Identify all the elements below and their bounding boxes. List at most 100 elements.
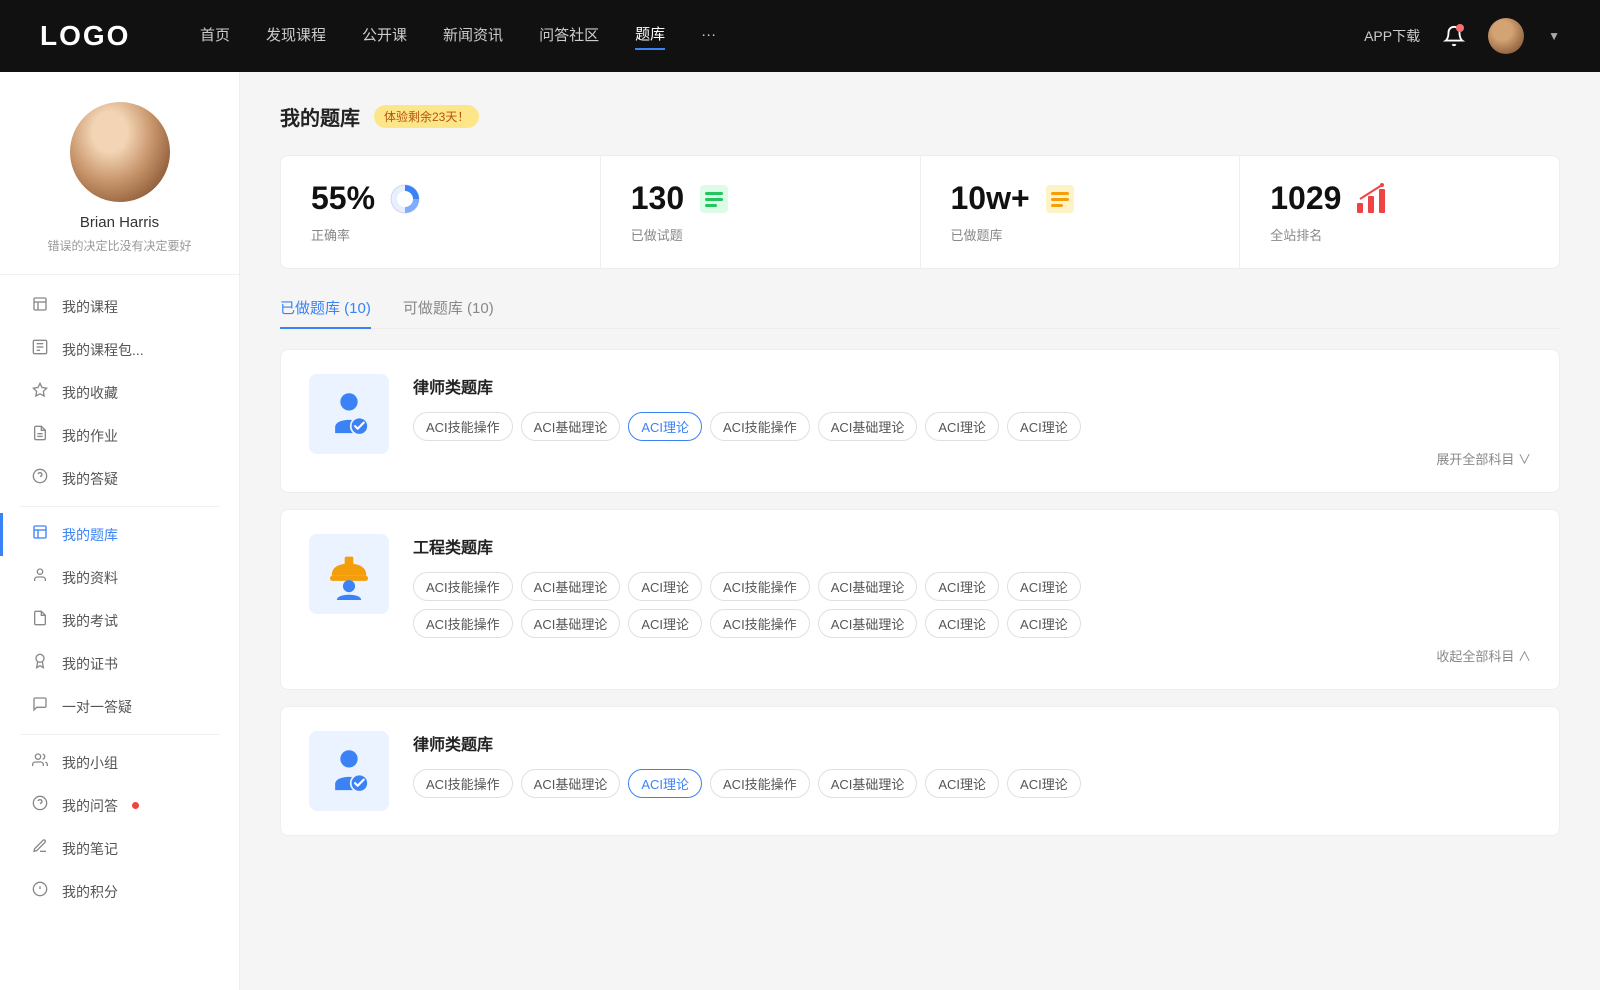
qbank-card-lawyer-1: 律师类题库 ACI技能操作 ACI基础理论 ACI理论 ACI技能操作 ACI基…	[280, 349, 1560, 493]
sidebar-item-myqa[interactable]: 我的问答	[0, 784, 239, 827]
sidebar-label-qa: 我的答疑	[62, 469, 118, 489]
top-navigation: LOGO 首页 发现课程 公开课 新闻资讯 问答社区 题库 ··· APP下载 …	[0, 0, 1600, 72]
tag-eng-r2-0[interactable]: ACI技能操作	[413, 609, 513, 638]
nav-link-qbank[interactable]: 题库	[635, 23, 665, 50]
tag-lawyer-1-0[interactable]: ACI技能操作	[413, 412, 513, 441]
app-download-link[interactable]: APP下载	[1364, 26, 1420, 46]
nav-link-discover[interactable]: 发现课程	[266, 24, 326, 49]
tag-lawyer-2-5[interactable]: ACI理论	[925, 769, 999, 798]
sidebar-item-favorites[interactable]: 我的收藏	[0, 371, 239, 414]
sidebar-label-1on1qa: 一对一答疑	[62, 697, 132, 717]
tag-lawyer-2-4[interactable]: ACI基础理论	[818, 769, 918, 798]
sidebar-item-points[interactable]: 我的积分	[0, 870, 239, 913]
tag-eng-r2-3[interactable]: ACI技能操作	[710, 609, 810, 638]
qbank-title-lawyer-2: 律师类题库	[413, 731, 1531, 755]
tag-lawyer-1-2[interactable]: ACI理论	[628, 412, 702, 441]
trial-badge: 体验剩余23天！	[374, 105, 479, 128]
sidebar-item-mycourse[interactable]: 我的课程	[0, 285, 239, 328]
tag-eng-r1-6[interactable]: ACI理论	[1007, 572, 1081, 601]
avatar	[70, 102, 170, 202]
qbank-footer-engineer: 收起全部科目 ∧	[413, 646, 1531, 665]
tabs-bar: 已做题库 (10) 可做题库 (10)	[280, 297, 1560, 329]
tag-lawyer-1-5[interactable]: ACI理论	[925, 412, 999, 441]
tag-lawyer-1-4[interactable]: ACI基础理论	[818, 412, 918, 441]
sidebar-item-notes[interactable]: 我的笔记	[0, 827, 239, 870]
tag-lawyer-2-3[interactable]: ACI技能操作	[710, 769, 810, 798]
sidebar-menu: 我的课程 我的课程包... 我的收藏 我的作业	[0, 275, 239, 923]
stat-done-banks: 10w+ 已做题库	[921, 156, 1241, 268]
tag-eng-r1-3[interactable]: ACI技能操作	[710, 572, 810, 601]
tag-eng-r2-4[interactable]: ACI基础理论	[818, 609, 918, 638]
stat-ranking-value: 1029	[1270, 180, 1341, 217]
nav-link-open-course[interactable]: 公开课	[362, 24, 407, 49]
sidebar-divider-1	[20, 506, 219, 507]
profile-icon	[30, 567, 50, 588]
sidebar-label-notes: 我的笔记	[62, 839, 118, 859]
myqa-notification-dot	[132, 802, 139, 809]
sidebar-item-profile[interactable]: 我的资料	[0, 556, 239, 599]
exam-icon	[30, 610, 50, 631]
accuracy-icon	[387, 181, 423, 217]
tab-available-banks[interactable]: 可做题库 (10)	[403, 297, 494, 328]
stat-accuracy-top: 55%	[311, 180, 570, 217]
tag-lawyer-2-0[interactable]: ACI技能操作	[413, 769, 513, 798]
qbank-tags-lawyer-2: ACI技能操作 ACI基础理论 ACI理论 ACI技能操作 ACI基础理论 AC…	[413, 769, 1531, 798]
tag-eng-r2-2[interactable]: ACI理论	[628, 609, 702, 638]
tag-lawyer-1-3[interactable]: ACI技能操作	[710, 412, 810, 441]
tag-lawyer-1-1[interactable]: ACI基础理论	[521, 412, 621, 441]
points-icon	[30, 881, 50, 902]
main-layout: Brian Harris 错误的决定比没有决定要好 我的课程 我的课程包...	[0, 72, 1600, 990]
nav-link-more[interactable]: ···	[701, 26, 716, 47]
qa-icon	[30, 468, 50, 489]
sidebar-label-exam: 我的考试	[62, 611, 118, 631]
expand-link-lawyer-1[interactable]: 展开全部科目 ∨	[1436, 449, 1531, 468]
tag-lawyer-2-2[interactable]: ACI理论	[628, 769, 702, 798]
stat-ranking-top: 1029	[1270, 180, 1529, 217]
stat-done-questions-top: 130	[631, 180, 890, 217]
stat-done-questions: 130 已做试题	[601, 156, 921, 268]
sidebar-label-certificate: 我的证书	[62, 654, 118, 674]
tag-eng-r1-4[interactable]: ACI基础理论	[818, 572, 918, 601]
nav-link-news[interactable]: 新闻资讯	[443, 24, 503, 49]
notification-bell[interactable]	[1440, 22, 1468, 50]
sidebar-item-exam[interactable]: 我的考试	[0, 599, 239, 642]
stat-done-banks-top: 10w+	[951, 180, 1210, 217]
tag-eng-r2-5[interactable]: ACI理论	[925, 609, 999, 638]
tag-lawyer-1-6[interactable]: ACI理论	[1007, 412, 1081, 441]
sidebar-item-homework[interactable]: 我的作业	[0, 414, 239, 457]
done-questions-icon	[696, 181, 732, 217]
qbank-body-lawyer-1: 律师类题库 ACI技能操作 ACI基础理论 ACI理论 ACI技能操作 ACI基…	[413, 374, 1531, 468]
stat-ranking: 1029 全站排名	[1240, 156, 1559, 268]
tag-eng-r1-0[interactable]: ACI技能操作	[413, 572, 513, 601]
sidebar-item-1on1qa[interactable]: 一对一答疑	[0, 685, 239, 728]
qbank-icon-lawyer-2	[309, 731, 389, 811]
sidebar-item-qa[interactable]: 我的答疑	[0, 457, 239, 500]
sidebar-profile: Brian Harris 错误的决定比没有决定要好	[0, 102, 239, 275]
sidebar-label-group: 我的小组	[62, 753, 118, 773]
nav-link-home[interactable]: 首页	[200, 24, 230, 49]
nav-link-qa[interactable]: 问答社区	[539, 24, 599, 49]
tag-eng-r2-1[interactable]: ACI基础理论	[521, 609, 621, 638]
coursepackage-icon	[30, 339, 50, 360]
tag-lawyer-2-6[interactable]: ACI理论	[1007, 769, 1081, 798]
tag-eng-r2-6[interactable]: ACI理论	[1007, 609, 1081, 638]
sidebar-item-certificate[interactable]: 我的证书	[0, 642, 239, 685]
tag-eng-r1-2[interactable]: ACI理论	[628, 572, 702, 601]
collapse-link-engineer[interactable]: 收起全部科目 ∧	[1436, 646, 1531, 665]
tab-done-banks[interactable]: 已做题库 (10)	[280, 297, 371, 328]
tag-lawyer-2-1[interactable]: ACI基础理论	[521, 769, 621, 798]
qbank-body-engineer: 工程类题库 ACI技能操作 ACI基础理论 ACI理论 ACI技能操作 ACI基…	[413, 534, 1531, 665]
tag-eng-r1-1[interactable]: ACI基础理论	[521, 572, 621, 601]
certificate-icon	[30, 653, 50, 674]
tag-eng-r1-5[interactable]: ACI理论	[925, 572, 999, 601]
user-avatar[interactable]	[1488, 18, 1524, 54]
myqa-icon	[30, 795, 50, 816]
sidebar-item-coursepackage[interactable]: 我的课程包...	[0, 328, 239, 371]
qbank-card-lawyer-2: 律师类题库 ACI技能操作 ACI基础理论 ACI理论 ACI技能操作 ACI基…	[280, 706, 1560, 836]
user-menu-chevron[interactable]: ▼	[1548, 29, 1560, 43]
sidebar-item-group[interactable]: 我的小组	[0, 741, 239, 784]
qbank-tags-engineer-row1: ACI技能操作 ACI基础理论 ACI理论 ACI技能操作 ACI基础理论 AC…	[413, 572, 1531, 601]
sidebar-item-qbank[interactable]: 我的题库	[0, 513, 239, 556]
stat-accuracy-value: 55%	[311, 180, 375, 217]
qbank-body-lawyer-2: 律师类题库 ACI技能操作 ACI基础理论 ACI理论 ACI技能操作 ACI基…	[413, 731, 1531, 806]
